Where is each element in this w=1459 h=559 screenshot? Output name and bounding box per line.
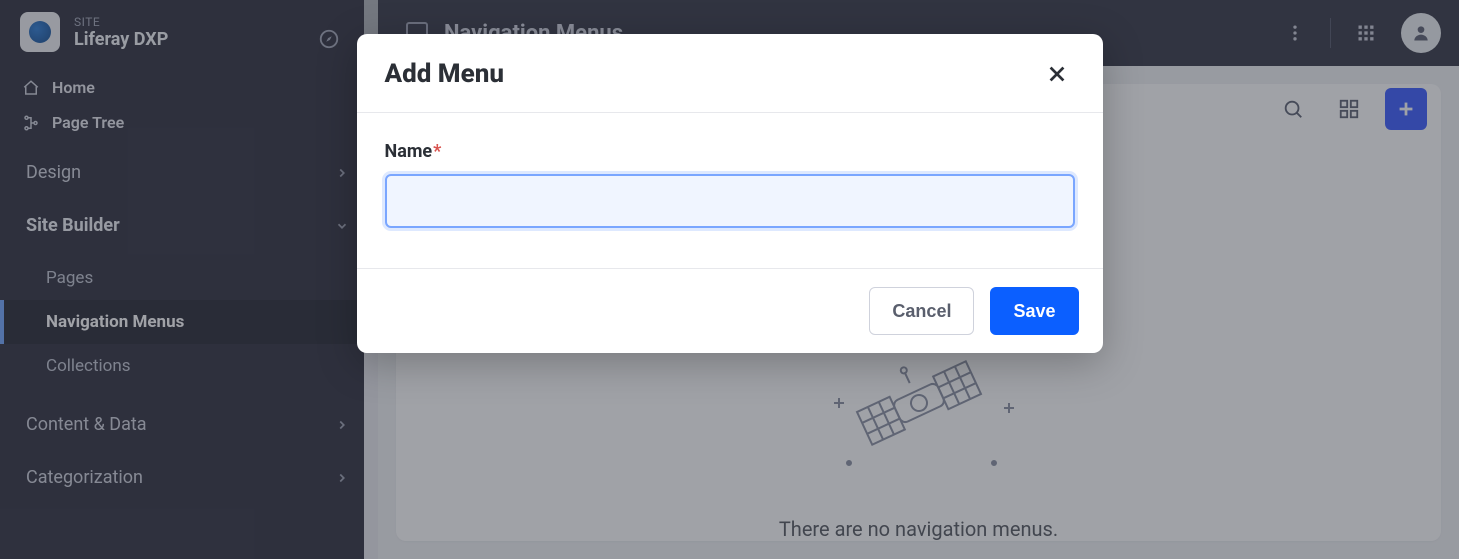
save-button[interactable]: Save xyxy=(990,287,1078,335)
modal-close-button[interactable] xyxy=(1039,56,1075,92)
modal-header: Add Menu xyxy=(357,34,1103,113)
modal-body: Name* xyxy=(357,113,1103,268)
modal-title: Add Menu xyxy=(385,59,504,89)
cancel-button[interactable]: Cancel xyxy=(869,287,974,335)
add-menu-modal: Add Menu Name* Cancel Save xyxy=(357,34,1103,353)
required-mark: * xyxy=(433,141,441,162)
name-label: Name* xyxy=(385,141,442,162)
modal-overlay[interactable]: Add Menu Name* Cancel Save xyxy=(0,0,1459,559)
name-input[interactable] xyxy=(385,174,1075,228)
close-icon xyxy=(1046,63,1068,85)
name-label-text: Name xyxy=(385,141,433,162)
modal-footer: Cancel Save xyxy=(357,268,1103,353)
